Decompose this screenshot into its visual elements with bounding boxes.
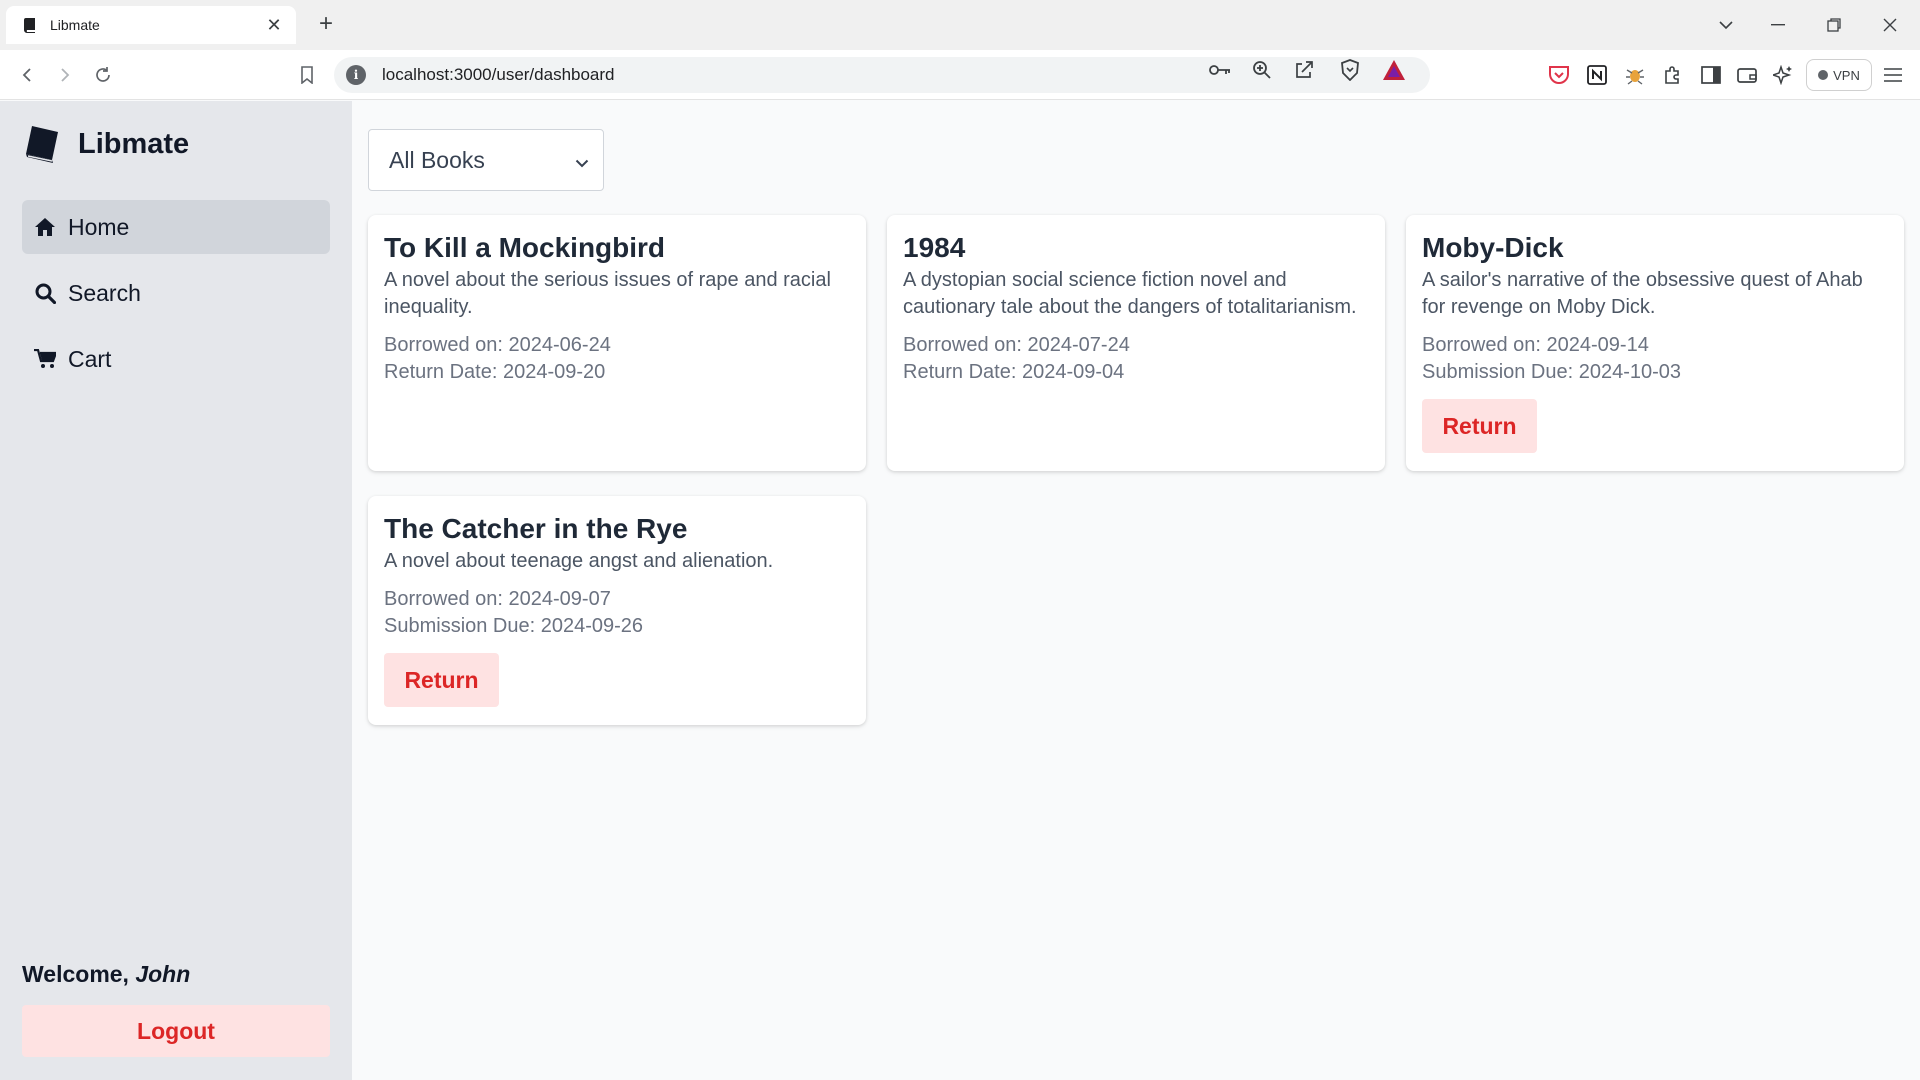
vpn-button[interactable]: VPN [1806,59,1872,91]
user-name: John [135,961,191,987]
borrowed-date: Borrowed on: 2024-07-24 [903,334,1130,356]
browser-tab[interactable]: Libmate ✕ [6,6,296,44]
book-description: A novel about the serious issues of rape… [384,269,831,318]
due-date: Submission Due: 2024-09-26 [384,615,644,637]
book-meta: Borrowed on: 2024-09-07 Submission Due: … [384,586,850,640]
borrowed-date: Borrowed on: 2024-09-07 [384,588,611,610]
zoom-icon[interactable] [1250,58,1274,82]
due-date: Submission Due: 2024-10-03 [1422,361,1682,383]
welcome-message: Welcome, John [22,961,190,988]
bug-extension-icon[interactable] [1622,62,1648,88]
book-card: Moby-Dick A sailor's narrative of the ob… [1406,215,1904,471]
main-content: All Books To Kill a Mockingbird A novel … [352,101,1920,1080]
sidebar-item-cart[interactable]: Cart [22,332,330,386]
browser-toolbar: i localhost:3000/user/dashboard VPN [0,50,1920,100]
book-title: Moby-Dick [1422,232,1564,263]
restore-window-icon[interactable] [1806,0,1862,50]
close-tab-icon[interactable]: ✕ [264,15,284,36]
notion-icon[interactable] [1584,62,1610,88]
sidebar-toggle-icon[interactable] [1698,62,1724,88]
book-description: A sailor's narrative of the obsessive qu… [1422,269,1863,318]
due-date: Return Date: 2024-09-20 [384,361,606,383]
logout-button[interactable]: Logout [22,1005,330,1057]
browser-tab-bar: Libmate ✕ + [0,0,1920,50]
book-title: 1984 [903,232,966,263]
search-icon [34,282,56,304]
home-icon [34,216,56,238]
back-arrow-icon[interactable] [12,60,42,90]
book-filter-value: All Books [389,146,485,173]
wallet-icon[interactable] [1734,62,1760,88]
extensions-puzzle-icon[interactable] [1660,62,1686,88]
sidebar-item-home[interactable]: Home [22,200,330,254]
tab-search-chevron-icon[interactable] [1698,0,1754,50]
brand[interactable]: Libmate [22,123,189,165]
vpn-label: VPN [1833,67,1860,83]
leo-ai-icon[interactable] [1770,62,1796,88]
sidebar-item-search[interactable]: Search [22,266,330,320]
book-card: The Catcher in the Rye A novel about tee… [368,496,866,725]
return-button[interactable]: Return [1422,399,1537,453]
bookmark-icon[interactable] [292,60,322,90]
pocket-icon[interactable] [1546,62,1572,88]
book-card: 1984 A dystopian social science fiction … [887,215,1385,471]
sidebar-item-label: Search [68,279,141,306]
book-description: A dystopian social science fiction novel… [903,269,1357,318]
book-title: The Catcher in the Rye [384,513,688,544]
site-info-icon[interactable]: i [346,65,366,85]
vpn-status-icon [1818,70,1829,80]
return-button[interactable]: Return [384,653,499,707]
book-meta: Borrowed on: 2024-06-24 Return Date: 202… [384,332,850,386]
new-tab-button[interactable]: + [312,10,340,38]
sidebar: Libmate Home Search Cart Welcome, John L… [0,101,352,1080]
tab-title: Libmate [50,17,100,33]
brave-shield-icon[interactable] [1338,58,1362,82]
minimize-window-icon[interactable] [1750,0,1806,50]
menu-hamburger-icon[interactable] [1880,62,1906,88]
book-description: A novel about teenage angst and alienati… [384,550,774,572]
share-icon[interactable] [1292,58,1316,82]
sidebar-item-label: Cart [68,345,112,372]
brand-name: Libmate [78,127,190,160]
borrowed-date: Borrowed on: 2024-06-24 [384,334,611,356]
brave-rewards-icon[interactable] [1382,58,1406,82]
book-favicon-icon [22,17,38,33]
book-title: To Kill a Mockingbird [384,232,666,263]
cart-icon [34,348,56,370]
book-meta: Borrowed on: 2024-09-14 Submission Due: … [1422,332,1888,386]
borrowed-date: Borrowed on: 2024-09-14 [1422,334,1649,356]
key-icon[interactable] [1208,58,1232,82]
book-meta: Borrowed on: 2024-07-24 Return Date: 202… [903,332,1369,386]
close-window-icon[interactable] [1862,0,1918,50]
book-filter-select[interactable]: All Books [368,129,604,191]
due-date: Return Date: 2024-09-04 [903,361,1125,383]
forward-arrow-icon[interactable] [50,60,80,90]
sidebar-item-label: Home [68,213,130,240]
chevron-down-icon [575,147,589,174]
book-card: To Kill a Mockingbird A novel about the … [368,215,866,471]
reload-icon[interactable] [88,60,118,90]
book-logo-icon [22,123,64,165]
welcome-prefix: Welcome, [22,961,136,987]
